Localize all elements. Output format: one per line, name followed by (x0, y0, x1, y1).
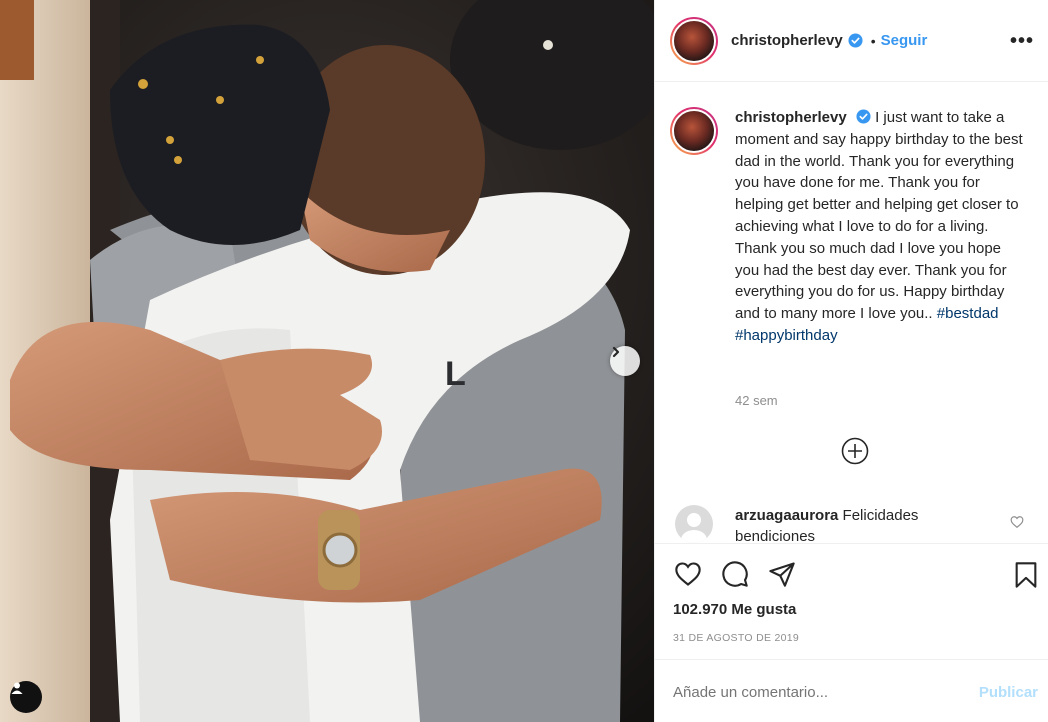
paper-plane-icon[interactable] (767, 560, 797, 588)
heart-icon[interactable] (673, 560, 703, 588)
verified-badge-icon (848, 33, 863, 48)
caption-time-ago[interactable]: 42 sem (735, 393, 778, 408)
tagged-users-button[interactable] (10, 681, 42, 713)
comments-section[interactable]: christopherlevy I just want to take a mo… (655, 83, 1048, 543)
post-side-panel: christopherlevy • Seguir ••• christopher… (654, 0, 1048, 722)
more-horizontal-icon: ••• (1009, 29, 1034, 52)
action-icons (673, 560, 797, 588)
verified-badge-icon (856, 109, 871, 124)
hashtag-happybirthday[interactable]: #happybirthday (735, 327, 838, 344)
post-photo[interactable]: L (0, 0, 654, 722)
chevron-right-icon (612, 346, 620, 358)
post-header: christopherlevy • Seguir ••• (655, 0, 1048, 82)
caption-body: I just want to take a moment and say hap… (735, 109, 1023, 323)
post-date[interactable]: 31 DE AGOSTO DE 2019 (673, 632, 799, 644)
comment-item: arzuagaaurora Felicidades bendiciones (675, 505, 975, 543)
commenter-username[interactable]: arzuagaaurora (735, 507, 838, 524)
separator-dot: • (870, 32, 876, 49)
commenter-avatar[interactable] (675, 505, 713, 543)
author-avatar[interactable] (670, 16, 718, 65)
follow-button[interactable]: Seguir (881, 32, 928, 49)
load-more-comments-icon[interactable] (841, 437, 869, 465)
comment-input[interactable] (673, 684, 933, 701)
svg-text:L: L (445, 355, 466, 393)
post-actions: 102.970 Me gusta 31 DE AGOSTO DE 2019 Pu… (655, 543, 1048, 722)
comment-like-heart-icon[interactable] (1010, 515, 1024, 529)
carousel-next-button[interactable] (610, 346, 640, 376)
author-username[interactable]: christopherlevy (731, 32, 843, 49)
bookmark-icon (1015, 562, 1037, 588)
save-button[interactable] (1012, 560, 1040, 590)
caption-text: christopherlevy I just want to take a mo… (735, 107, 1027, 347)
publish-button[interactable]: Publicar (979, 684, 1038, 701)
comment-text: arzuagaaurora Felicidades bendiciones (735, 505, 975, 543)
hashtag-bestdad[interactable]: #bestdad (937, 305, 999, 322)
add-comment-bar: Publicar (655, 659, 1048, 722)
photo-hug: L (0, 0, 654, 722)
caption-username[interactable]: christopherlevy (735, 109, 847, 126)
caption: christopherlevy I just want to take a mo… (670, 107, 1027, 347)
more-options-button[interactable]: ••• (1010, 31, 1034, 51)
likes-count[interactable]: 102.970 Me gusta (673, 601, 796, 618)
caption-avatar[interactable] (670, 107, 718, 155)
comment-icon[interactable] (720, 560, 750, 588)
user-tag-icon (11, 682, 23, 694)
